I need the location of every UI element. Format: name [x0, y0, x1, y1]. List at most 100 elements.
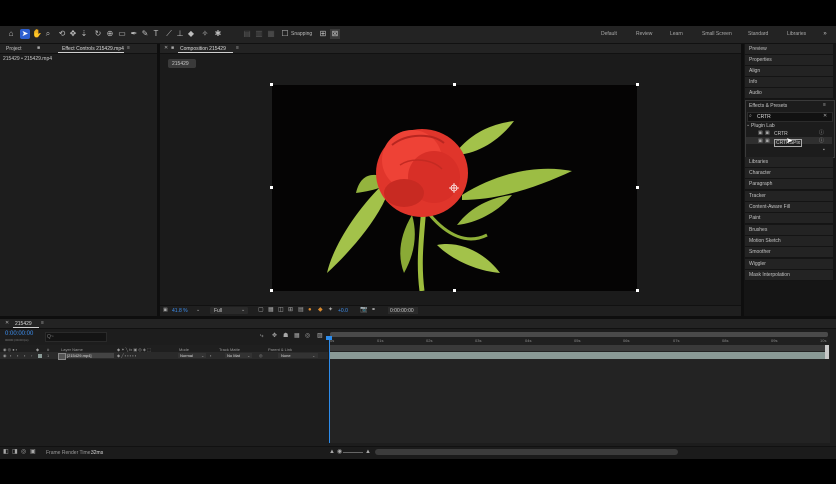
pen-tool-icon[interactable]: ✒	[129, 29, 139, 39]
panel-paint[interactable]: Paint	[745, 213, 833, 224]
align-left-icon[interactable]: ▤	[242, 29, 252, 39]
transparency-grid-icon[interactable]: ▦	[268, 306, 274, 314]
panel-wiggler[interactable]: Wiggler	[745, 259, 833, 270]
rectangle-tool-icon[interactable]: ▭	[117, 29, 127, 39]
panel-menu-icon[interactable]: ≡	[41, 319, 44, 327]
layer-switches-icon[interactable]: ◆ ╱ ▪ ▪ ▪ ▪ ▪	[117, 353, 136, 358]
eraser-tool-icon[interactable]: ◆	[186, 29, 196, 39]
close-tab-icon[interactable]: ✕	[164, 44, 168, 52]
draft-3d-icon[interactable]: ✥	[272, 332, 277, 340]
panel-menu-icon[interactable]: ≡	[823, 101, 826, 109]
pan-tool-icon[interactable]: ✥	[68, 29, 78, 39]
panel-menu-icon[interactable]: ≡	[127, 44, 130, 52]
timeline-timecode[interactable]: 0:00:00:00	[5, 331, 33, 337]
workspace-standard[interactable]: Standard	[748, 31, 768, 37]
layer-visibility-icon[interactable]: ◉	[3, 353, 7, 358]
more-workspaces-icon[interactable]: »	[820, 29, 830, 39]
zoom-dropdown-icon[interactable]: ⌄	[196, 306, 200, 314]
handle-bottom-right[interactable]	[636, 289, 639, 292]
composition-viewer[interactable]	[272, 85, 637, 291]
workspace-small-screen[interactable]: Small Screen	[702, 31, 732, 37]
panel-smoother[interactable]: Smoother	[745, 247, 833, 258]
align-center-icon[interactable]: ▥	[254, 29, 264, 39]
layer-duration-bar[interactable]	[330, 352, 829, 359]
pickwhip-icon[interactable]: ◎	[259, 353, 263, 358]
text-tool-icon[interactable]: T	[151, 29, 161, 39]
mask-visibility-icon[interactable]: ◫	[278, 306, 284, 314]
always-preview-icon[interactable]: ▣	[163, 306, 168, 314]
layer-audio-icon[interactable]: ▪	[10, 353, 11, 358]
zoom-slider-thumb-icon[interactable]: ◉	[337, 448, 342, 456]
panel-info[interactable]: Info	[745, 77, 833, 88]
panel-character[interactable]: Character	[745, 168, 833, 179]
zoom-out-icon[interactable]: ▲	[329, 448, 335, 456]
channel-icon[interactable]: ▤	[298, 306, 304, 314]
show-snapshot-icon[interactable]: ⚭	[371, 306, 376, 314]
panel-menu-icon[interactable]: ≡	[236, 44, 239, 52]
info-icon[interactable]: ⓘ	[819, 137, 824, 145]
guides-icon[interactable]: ⊞	[288, 306, 293, 314]
render-time-toggle-icon[interactable]: ▣	[30, 448, 36, 456]
anchor-tool-icon[interactable]: ⊕	[105, 29, 115, 39]
color-channel-icon[interactable]: ●	[308, 306, 312, 314]
handle-mid-right[interactable]	[636, 186, 639, 189]
in-out-toggle-icon[interactable]: ◎	[21, 448, 26, 456]
work-area-end-marker[interactable]	[825, 345, 829, 359]
panel-brushes[interactable]: Brushes	[745, 225, 833, 236]
current-time-handle[interactable]	[326, 336, 332, 340]
clone-stamp-icon[interactable]: ⊥	[175, 29, 185, 39]
region-of-interest-icon[interactable]: ▢	[258, 306, 264, 314]
panel-menu-icon[interactable]: ■	[37, 44, 40, 52]
roto-brush-icon[interactable]: ✧	[200, 29, 210, 39]
plugin-folder-label[interactable]: Plugin Lab	[751, 123, 775, 129]
layer-solo-icon[interactable]: ▪	[17, 353, 18, 358]
panel-paragraph[interactable]: Paragraph	[745, 179, 833, 190]
dolly-tool-icon[interactable]: ⇣	[79, 29, 89, 39]
handle-bottom-left[interactable]	[270, 289, 273, 292]
handle-bottom-center[interactable]	[453, 289, 456, 292]
exposure-value[interactable]: +0.0	[338, 308, 348, 314]
new-folder-icon[interactable]: ▪	[823, 146, 825, 154]
workspace-default[interactable]: Default	[601, 31, 617, 37]
handle-mid-left[interactable]	[270, 186, 273, 189]
timeline-search-field[interactable]	[45, 332, 107, 342]
handle-top-center[interactable]	[453, 83, 456, 86]
chevron-down-icon[interactable]: ⌄	[746, 121, 750, 129]
type-tool-icon[interactable]: ✎	[140, 29, 150, 39]
home-icon[interactable]: ⌂	[6, 29, 16, 39]
current-time-indicator[interactable]	[329, 336, 330, 443]
timeline-zoom-slider[interactable]	[343, 452, 363, 453]
tab-project[interactable]: Project	[6, 46, 22, 52]
rotate-tool-icon[interactable]: ↻	[93, 29, 103, 39]
exposure-reset-icon[interactable]: ◆	[318, 306, 323, 314]
snapshot-icon[interactable]: 📷	[360, 306, 367, 314]
shy-layers-icon[interactable]: ☗	[283, 332, 288, 340]
layer-lock-icon[interactable]: ▪	[24, 353, 25, 358]
snapping-checkbox-icon[interactable]: ☐	[280, 29, 290, 39]
panel-mask-interpolation[interactable]: Mask Interpolation	[745, 270, 833, 281]
orbit-tool-icon[interactable]: ⟲	[57, 29, 67, 39]
panel-align[interactable]: Align	[745, 66, 833, 77]
effects-presets-title[interactable]: Effects & Presets	[749, 103, 787, 109]
panel-tracker[interactable]: Tracker	[745, 191, 833, 202]
handle-top-right[interactable]	[636, 83, 639, 86]
brush-tool-icon[interactable]: ⟋	[164, 29, 174, 39]
matte-toggle-icon[interactable]: ▪	[210, 353, 211, 358]
graph-editor-icon[interactable]: ▨	[317, 332, 323, 340]
puppet-tool-icon[interactable]: ✱	[213, 29, 223, 39]
selection-tool-icon[interactable]: ➤	[20, 29, 30, 39]
workspace-learn[interactable]: Learn	[670, 31, 683, 37]
layer-expand-icon[interactable]: ›	[31, 353, 32, 358]
panel-audio[interactable]: Audio	[745, 88, 833, 99]
zoom-value[interactable]: 41.8 %	[172, 308, 188, 314]
layer-label-color[interactable]	[38, 354, 42, 358]
frame-blending-icon[interactable]: ▦	[294, 332, 300, 340]
zoom-in-icon[interactable]: ▲	[365, 448, 371, 456]
clear-search-icon[interactable]: ✕	[823, 112, 827, 120]
hand-tool-icon[interactable]: ✋	[32, 29, 42, 39]
close-tab-icon[interactable]: ✕	[5, 319, 9, 327]
panel-properties[interactable]: Properties	[745, 55, 833, 66]
zoom-tool-icon[interactable]: ⌕	[43, 29, 53, 39]
snap-options-icon[interactable]: ⊞	[318, 29, 328, 39]
comp-flowchart-icon[interactable]: ⤷	[260, 332, 263, 340]
